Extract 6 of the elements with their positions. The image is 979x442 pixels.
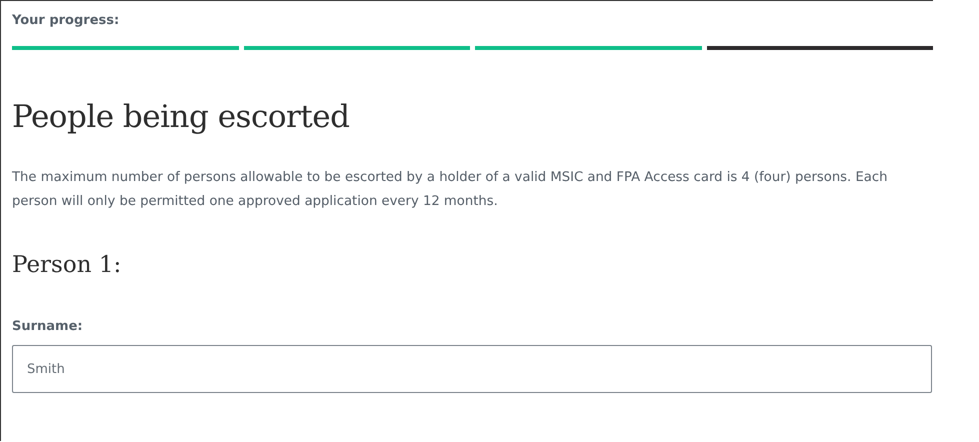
field-label: Surname:	[12, 318, 84, 336]
section-heading: Person 1:	[12, 251, 122, 280]
intro-paragraph: The maximum number of persons allowable to be escorted by a holder of a valid MSIC and FPA Access card is 4 (four) persons. Each person will only be permitted one approved application every 12 months.	[12, 169, 888, 211]
page-heading: People being escorted	[12, 98, 350, 137]
progress-label: Your progress:	[12, 12, 120, 30]
input-field[interactable]: Smith	[12, 345, 932, 393]
